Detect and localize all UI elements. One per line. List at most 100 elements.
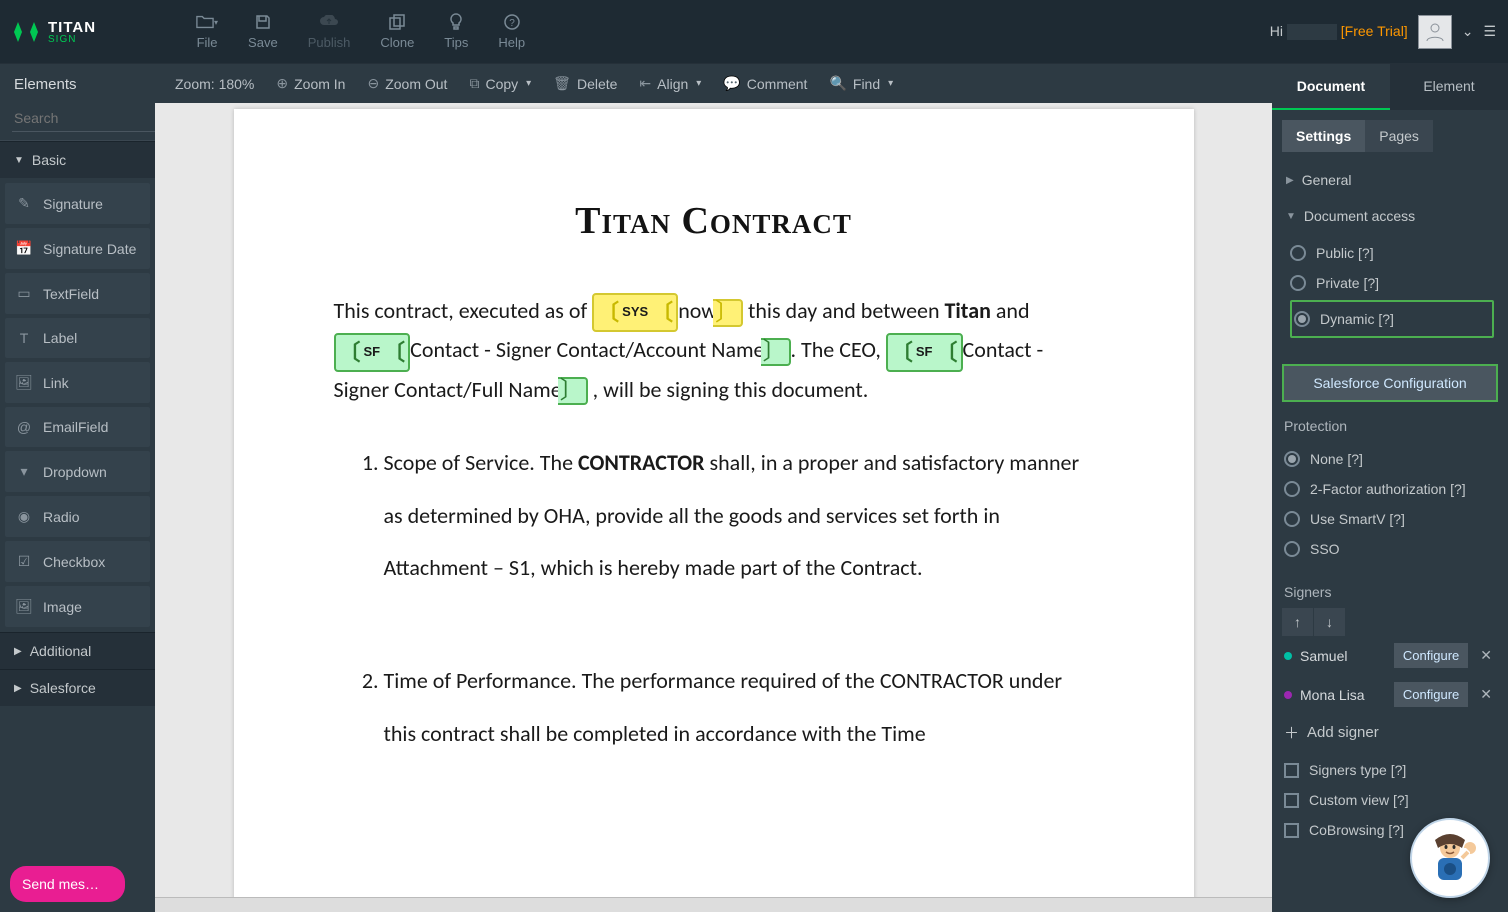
help-button[interactable]: ? Help (498, 13, 525, 50)
document-page[interactable]: Titan Contract This contract, executed a… (234, 109, 1194, 897)
zoom-out-button[interactable]: ⊖Zoom Out (367, 75, 447, 92)
menu-icon[interactable]: ☰ (1483, 23, 1496, 40)
image-icon: 🖼 (15, 374, 33, 391)
element-textfield[interactable]: ▭TextField (5, 273, 150, 314)
user-avatar[interactable] (1418, 15, 1452, 49)
zoom-in-button[interactable]: ⊕Zoom In (276, 75, 345, 92)
checkbox-icon: ☑ (15, 553, 33, 570)
at-icon: @ (15, 419, 33, 435)
radio-public[interactable]: Public [?] (1290, 238, 1494, 268)
list-item-2: Time of Performance. The performance req… (384, 655, 1094, 761)
check-custom-view[interactable]: Custom view [?] (1272, 785, 1508, 815)
list-item-1: Scope of Service. The CONTRACTOR shall, … (384, 437, 1094, 595)
section-basic[interactable]: ▼Basic (0, 141, 155, 178)
align-button[interactable]: ⇤Align▾ (639, 75, 701, 92)
tips-button[interactable]: Tips (444, 13, 468, 50)
radio-none[interactable]: None [?] (1284, 444, 1504, 474)
element-label[interactable]: TLabel (5, 318, 150, 358)
help-icon: ? (501, 13, 523, 31)
clone-button[interactable]: Clone (380, 13, 414, 50)
lightbulb-icon (445, 13, 467, 31)
header-right: Hi [Free Trial] ⌄ ☰ (1270, 15, 1496, 49)
section-doc-access[interactable]: ▼Document access (1282, 198, 1498, 234)
tab-element[interactable]: Element (1390, 64, 1508, 110)
signer-row[interactable]: Samuel Configure ✕ (1282, 636, 1498, 675)
sf-tag-fullname[interactable]: 〔SF〔 (886, 333, 963, 372)
signer-configure-button[interactable]: Configure (1394, 643, 1468, 668)
basic-elements-list: ✎Signature 📅Signature Date ▭TextField TL… (0, 178, 155, 632)
section-salesforce[interactable]: ▶Salesforce (0, 669, 155, 706)
radio-smartv[interactable]: Use SmartV [?] (1284, 504, 1504, 534)
left-sidebar: Elements 🔍 ▼Basic ✎Signature 📅Signature … (0, 63, 155, 912)
subtab-pages[interactable]: Pages (1365, 120, 1433, 152)
zoom-level: Zoom: 180% (175, 76, 254, 92)
save-button[interactable]: Save (248, 13, 278, 50)
send-message-button[interactable]: Send mes… (10, 866, 125, 902)
greeting: Hi [Free Trial] (1270, 23, 1408, 40)
image-icon: 🖼 (15, 598, 33, 615)
zoom-in-icon: ⊕ (276, 75, 288, 92)
file-icon: ▾ (196, 13, 218, 31)
delete-button[interactable]: 🗑Delete (553, 75, 617, 92)
main-area: Zoom: 180% ⊕Zoom In ⊖Zoom Out ⧉Copy▾ 🗑De… (155, 63, 1272, 912)
element-radio[interactable]: ◉Radio (5, 496, 150, 537)
radio-dynamic[interactable]: Dynamic [?] (1294, 304, 1490, 334)
pencil-icon: ✎ (15, 195, 33, 212)
signer-up-button[interactable]: ↑ (1282, 608, 1314, 636)
brand-name: TITAN (48, 19, 96, 36)
calendar-icon: 📅 (15, 240, 33, 257)
radio-2fa[interactable]: 2-Factor authorization [?] (1284, 474, 1504, 504)
element-emailfield[interactable]: @EmailField (5, 407, 150, 447)
signer-remove-button[interactable]: ✕ (1476, 647, 1496, 664)
person-icon (1424, 21, 1446, 43)
section-additional[interactable]: ▶Additional (0, 632, 155, 669)
copy-button[interactable]: ⧉Copy▾ (469, 75, 531, 92)
radio-sso[interactable]: SSO (1284, 534, 1504, 564)
find-button[interactable]: 🔍Find▾ (829, 75, 893, 92)
zoom-out-icon: ⊖ (367, 75, 379, 92)
help-mascot[interactable] (1410, 818, 1490, 898)
signer-color-dot (1284, 691, 1292, 699)
comment-button[interactable]: 💬Comment (723, 75, 807, 92)
align-icon: ⇤ (639, 75, 651, 92)
right-panel: Document Element Settings Pages ▶General… (1272, 63, 1508, 912)
salesforce-config-button[interactable]: Salesforce Configuration (1282, 364, 1498, 402)
element-signature-date[interactable]: 📅Signature Date (5, 228, 150, 269)
element-checkbox[interactable]: ☑Checkbox (5, 541, 150, 582)
svg-text:?: ? (509, 18, 515, 29)
signers-heading: Signers (1282, 578, 1498, 608)
horizontal-scrollbar[interactable] (155, 897, 1272, 912)
signer-configure-button[interactable]: Configure (1394, 682, 1468, 707)
element-link[interactable]: 🖼Link (5, 362, 150, 403)
element-signature[interactable]: ✎Signature (5, 183, 150, 224)
publish-button[interactable]: Publish (308, 13, 351, 50)
sys-tag-now[interactable]: 〔SYS〔 (592, 293, 678, 332)
subtab-settings[interactable]: Settings (1282, 120, 1365, 152)
clone-icon (386, 13, 408, 31)
tab-document[interactable]: Document (1272, 64, 1390, 110)
copy-icon: ⧉ (469, 75, 479, 92)
signer-color-dot (1284, 652, 1292, 660)
cloud-upload-icon (318, 13, 340, 31)
user-menu-chevron-icon[interactable]: ⌄ (1462, 23, 1474, 40)
top-actions: ▾ File Save Publish Clone Tips ? Help (196, 13, 525, 50)
canvas[interactable]: Titan Contract This contract, executed a… (155, 103, 1272, 897)
element-image[interactable]: 🖼Image (5, 586, 150, 627)
radio-private[interactable]: Private [?] (1290, 268, 1494, 298)
signer-name: Mona Lisa (1300, 687, 1365, 703)
signer-down-button[interactable]: ↓ (1314, 608, 1346, 636)
trash-icon: 🗑 (553, 75, 571, 92)
sf-tag-account[interactable]: 〔SF〔 (334, 333, 411, 372)
brand-icon (12, 18, 40, 46)
add-signer-button[interactable]: ＋Add signer (1282, 714, 1498, 751)
plus-icon: ＋ (1284, 722, 1299, 743)
file-menu[interactable]: ▾ File (196, 13, 218, 50)
section-general[interactable]: ▶General (1282, 162, 1498, 198)
check-signers-type[interactable]: Signers type [?] (1272, 755, 1508, 785)
element-dropdown[interactable]: ▾Dropdown (5, 451, 150, 492)
brand-logo: TITAN SIGN (12, 18, 96, 46)
doc-body: This contract, executed as of 〔SYS〔now〕 … (334, 293, 1094, 761)
top-header: TITAN SIGN ▾ File Save Publish Clone Tip… (0, 0, 1508, 63)
signer-remove-button[interactable]: ✕ (1476, 686, 1496, 703)
signer-row[interactable]: Mona Lisa Configure ✕ (1282, 675, 1498, 714)
